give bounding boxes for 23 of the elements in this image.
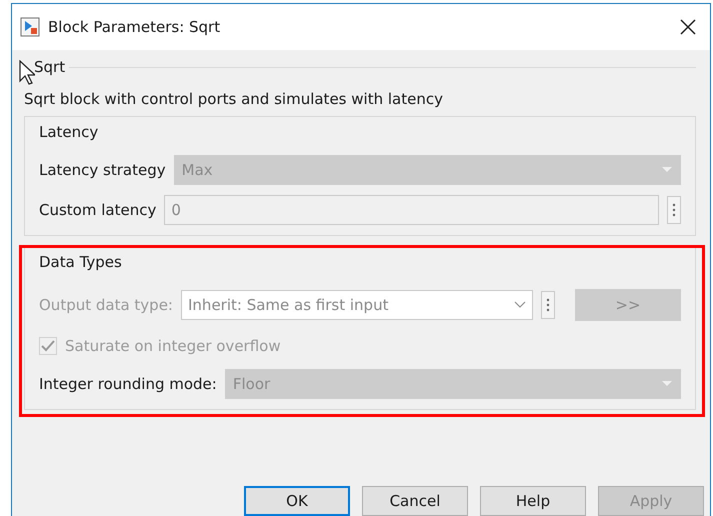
chevron-down-icon (514, 301, 526, 309)
field-label: Output data type: (39, 296, 173, 314)
field-label: Integer rounding mode: (39, 375, 217, 393)
group-title: Data Types (39, 253, 123, 271)
dialog-button[interactable]: Help (480, 486, 586, 516)
vertical-dots-icon (546, 298, 550, 312)
dropdown-arrow-icon (661, 380, 673, 388)
dropdown-arrow-icon (661, 166, 673, 174)
block-name: Sqrt (33, 58, 66, 76)
mouse-cursor-icon (19, 60, 35, 86)
block-app-icon (20, 17, 40, 37)
more-options-button[interactable] (667, 196, 681, 224)
field-label: Latency strategy (39, 161, 166, 179)
vertical-dots-icon (672, 203, 676, 217)
window-title: Block Parameters: Sqrt (48, 18, 222, 36)
field-label: Custom latency (39, 201, 156, 219)
dialog-button[interactable]: Cancel (362, 486, 468, 516)
block-description: Sqrt block with control ports and simulates with latency (24, 90, 444, 108)
close-icon (680, 19, 696, 35)
dialog-button[interactable]: OK (244, 486, 350, 516)
group-title: Latency (39, 123, 100, 141)
more-options-button[interactable] (541, 291, 555, 319)
checkbox-label: Saturate on integer overflow (65, 337, 281, 355)
